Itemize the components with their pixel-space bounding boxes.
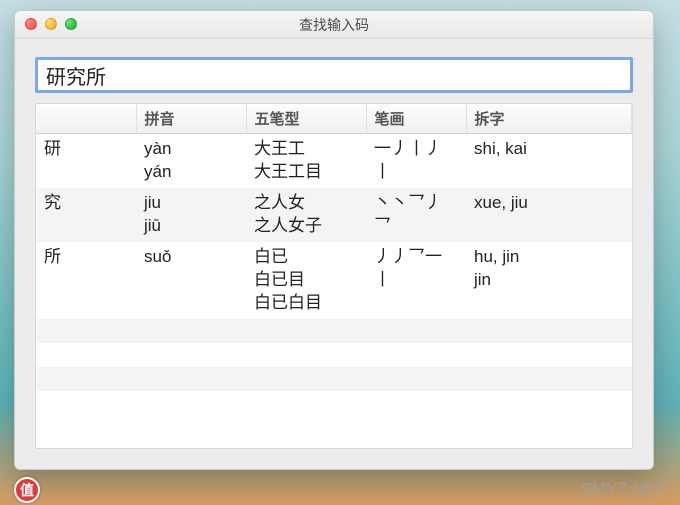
col-pinyin[interactable]: 拼音 (136, 104, 246, 134)
cell-bihua: 丶丶乛丿乛 (366, 188, 466, 242)
window-content: 拼音 五笔型 笔画 拆字 研 yànyán 大王工大王工目 一丿丨丿丨 shi,… (15, 39, 653, 469)
search-field-wrap (35, 57, 633, 93)
table-header-row: 拼音 五笔型 笔画 拆字 (36, 104, 632, 134)
watermark-text: SMYZ.NET (581, 481, 666, 499)
site-badge-icon: 值 (14, 477, 40, 503)
minimize-icon[interactable] (45, 18, 57, 30)
results-table: 拼音 五笔型 笔画 拆字 研 yànyán 大王工大王工目 一丿丨丿丨 shi,… (36, 104, 632, 391)
cell-pinyin: suǒ (136, 242, 246, 319)
table-row-empty (36, 343, 632, 367)
cell-chaizi: hu, jinjin (466, 242, 632, 319)
window: 查找输入码 拼音 五笔型 笔画 拆字 研 (14, 10, 654, 470)
table-row[interactable]: 究 jiujiū 之人女之人女子 丶丶乛丿乛 xue, jiu (36, 188, 632, 242)
cell-char: 研 (36, 134, 136, 188)
zoom-icon[interactable] (65, 18, 77, 30)
titlebar[interactable]: 查找输入码 (15, 11, 653, 39)
close-icon[interactable] (25, 18, 37, 30)
col-wubi[interactable]: 五笔型 (246, 104, 366, 134)
col-bihua[interactable]: 笔画 (366, 104, 466, 134)
cell-chaizi: shi, kai (466, 134, 632, 188)
table-row[interactable]: 所 suǒ 白已白已目白已白目 丿丿乛一丨 hu, jinjin (36, 242, 632, 319)
search-input[interactable] (44, 63, 624, 88)
window-title: 查找输入码 (15, 15, 653, 35)
table-row-empty (36, 319, 632, 343)
cell-pinyin: yànyán (136, 134, 246, 188)
results-table-wrap: 拼音 五笔型 笔画 拆字 研 yànyán 大王工大王工目 一丿丨丿丨 shi,… (35, 103, 633, 449)
col-chaizi[interactable]: 拆字 (466, 104, 632, 134)
cell-wubi: 白已白已目白已白目 (246, 242, 366, 319)
table-row[interactable]: 研 yànyán 大王工大王工目 一丿丨丿丨 shi, kai (36, 134, 632, 188)
table-row-empty (36, 367, 632, 391)
cell-char: 所 (36, 242, 136, 319)
cell-chaizi: xue, jiu (466, 188, 632, 242)
cell-wubi: 之人女之人女子 (246, 188, 366, 242)
col-char[interactable] (36, 104, 136, 134)
cell-pinyin: jiujiū (136, 188, 246, 242)
cell-char: 究 (36, 188, 136, 242)
window-traffic-lights (25, 18, 77, 30)
watermark: SMYZ.NET (581, 481, 666, 499)
cell-wubi: 大王工大王工目 (246, 134, 366, 188)
cell-bihua: 丿丿乛一丨 (366, 242, 466, 319)
cell-bihua: 一丿丨丿丨 (366, 134, 466, 188)
